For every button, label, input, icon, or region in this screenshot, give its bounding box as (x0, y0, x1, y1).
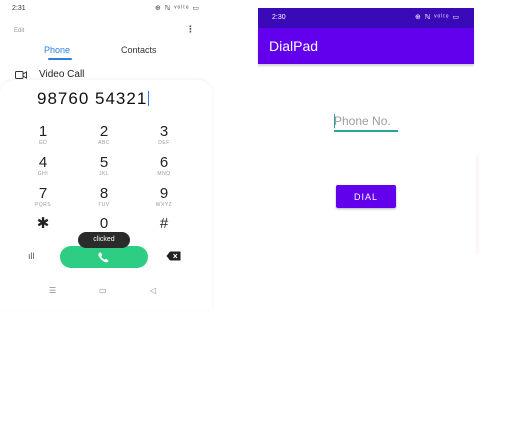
status-bar: 2:30 ⊕ ℕ ᵛᵒˡᵗᵉ ▭ (258, 8, 474, 28)
dialed-number[interactable]: 98760 54321 (37, 89, 150, 109)
key-hash[interactable]: # (144, 216, 184, 246)
tab-contacts[interactable]: Contacts (121, 45, 157, 55)
app-bar: DialPad (258, 28, 474, 64)
key-4[interactable]: 4 GHI (23, 155, 63, 185)
key-1[interactable]: 1 GD (23, 124, 63, 154)
edit-button[interactable]: Edit (14, 28, 24, 34)
backspace-icon[interactable] (166, 251, 181, 261)
key-digit: ✱ (36, 215, 50, 232)
key-letters: PQRS (34, 202, 52, 208)
key-digit: 8 (99, 185, 109, 202)
key-digit: 3 (159, 123, 169, 140)
menu-nav-icon[interactable]: ☰ (49, 286, 56, 295)
status-icons: ⊕ ℕ ᵛᵒˡᵗᵉ ▭ (154, 5, 200, 12)
text-cursor (148, 91, 150, 106)
key-digit: 9 (159, 185, 169, 202)
key-letters: GHI (37, 171, 49, 177)
tab-phone[interactable]: Phone (44, 45, 70, 55)
key-3[interactable]: 3 DEF (144, 124, 184, 154)
status-bar: 2:31 ⊕ ℕ ᵛᵒˡᵗᵉ ▭ (0, 0, 212, 16)
key-letters: WXYZ (155, 202, 173, 208)
key-digit: 5 (99, 154, 109, 171)
app-title: DialPad (269, 38, 319, 54)
key-9[interactable]: 9 WXYZ (144, 186, 184, 216)
key-letters: ABC (98, 140, 110, 146)
key-letters: DEF (158, 140, 170, 146)
key-digit: 6 (159, 154, 169, 171)
key-letters: MNO (157, 171, 171, 177)
key-digit: 1 (38, 123, 48, 140)
key-6[interactable]: 6 MNO (144, 155, 184, 185)
key-2[interactable]: 2 ABC (84, 124, 124, 154)
video-call-button[interactable]: Video Call (39, 69, 84, 80)
key-digit: 2 (99, 123, 109, 140)
key-digit: # (159, 215, 169, 232)
status-time: 2:30 (272, 14, 286, 21)
home-nav-icon[interactable]: ▭ (99, 286, 107, 295)
key-8[interactable]: 8 TUV (84, 186, 124, 216)
more-vert-icon[interactable]: ⋮ (186, 24, 195, 35)
phone-dialer-screenshot: 2:31 ⊕ ℕ ᵛᵒˡᵗᵉ ▭ Edit ⋮ Phone Contacts V… (0, 0, 212, 310)
key-7[interactable]: 7 PQRS (23, 186, 63, 216)
dialpad-app-screenshot: 2:30 ⊕ ℕ ᵛᵒˡᵗᵉ ▭ DialPad DIAL (258, 8, 474, 358)
active-tab-indicator (48, 58, 72, 60)
key-letters: GD (38, 140, 48, 146)
key-letters: TUV (98, 202, 110, 208)
phone-number-input[interactable] (334, 112, 398, 132)
key-digit: 4 (38, 154, 48, 171)
dialed-number-text: 98760 54321 (37, 89, 148, 108)
key-digit: 0 (99, 215, 109, 232)
key-star[interactable]: ✱ (23, 216, 63, 246)
status-time: 2:31 (12, 5, 26, 12)
back-nav-icon[interactable]: ◁ (150, 286, 156, 295)
call-button[interactable] (60, 246, 148, 268)
phone-icon (98, 252, 109, 263)
video-call-icon (15, 71, 27, 79)
toast-message: clicked (78, 232, 130, 248)
key-5[interactable]: 5 JKL (84, 155, 124, 185)
voicemail-icon[interactable]: ıll (28, 251, 35, 261)
key-letters: JKL (98, 171, 110, 177)
key-digit: 7 (38, 185, 48, 202)
text-cursor (334, 114, 335, 128)
dial-button[interactable]: DIAL (336, 185, 396, 208)
status-icons: ⊕ ℕ ᵛᵒˡᵗᵉ ▭ (414, 14, 460, 21)
background-edge (476, 155, 481, 255)
